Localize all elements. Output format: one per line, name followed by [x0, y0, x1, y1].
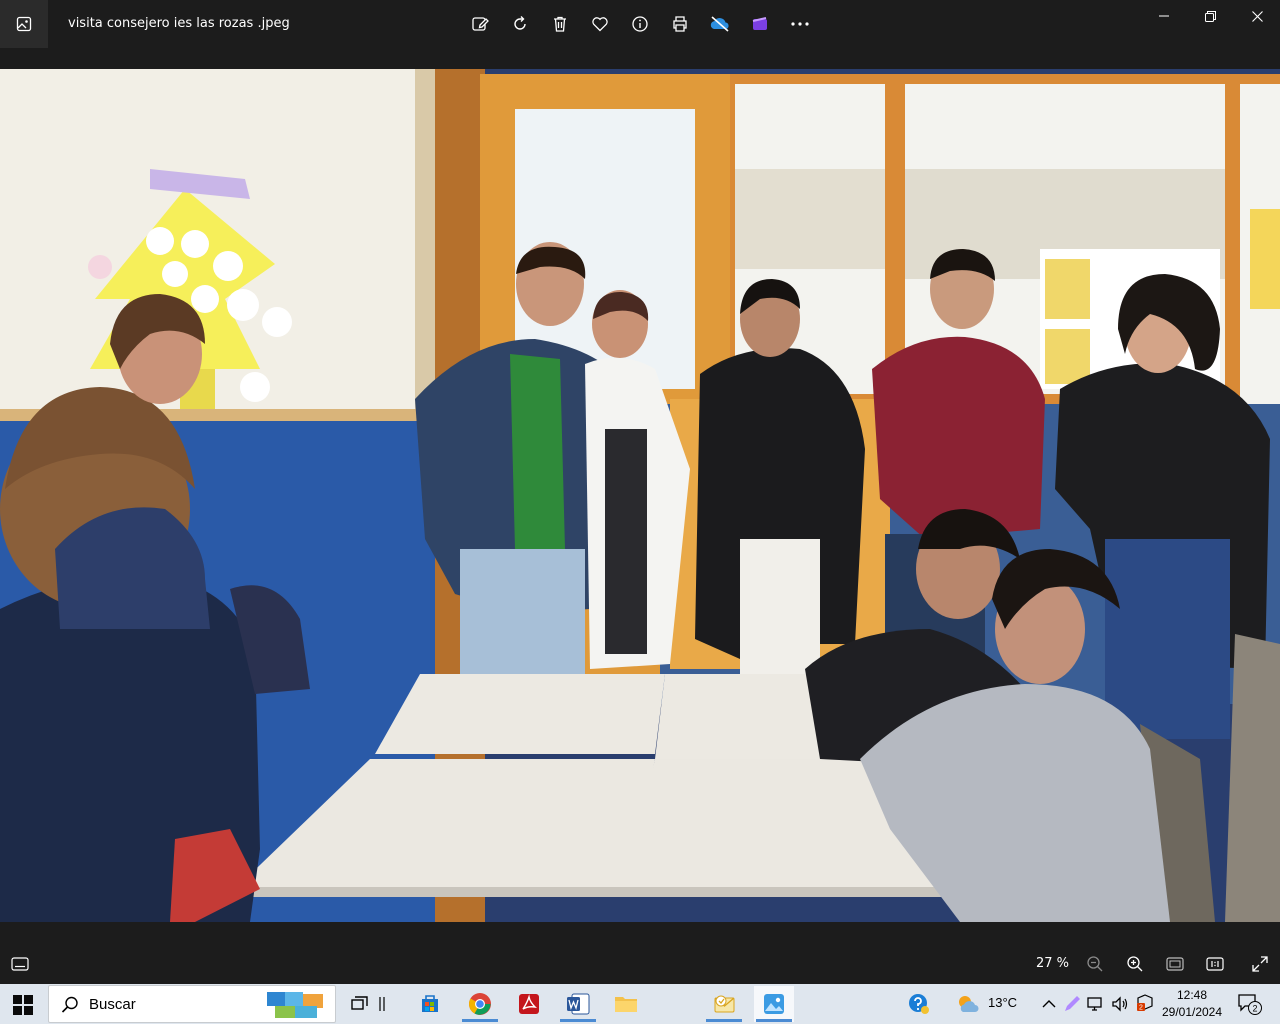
more-icon[interactable] [788, 12, 812, 36]
microsoft-store-icon[interactable] [410, 986, 450, 1022]
photos-app-taskbar-icon[interactable] [754, 986, 794, 1022]
taskbar: Buscar 13°C 2 12:48 29/01/2024 2 [0, 984, 1280, 1024]
search-icon [61, 996, 78, 1013]
taskbar-search-box[interactable]: Buscar [48, 985, 336, 1023]
zoom-level: 27 % [1036, 956, 1070, 971]
help-icon[interactable] [906, 994, 932, 1014]
minimize-icon[interactable] [1141, 0, 1187, 32]
teams-chat-icon[interactable]: 2 [1134, 994, 1156, 1014]
print-icon[interactable] [668, 12, 692, 36]
search-placeholder: Buscar [89, 996, 136, 1013]
actual-size-icon[interactable] [1204, 953, 1226, 975]
zoom-out-icon[interactable] [1084, 953, 1106, 975]
file-name: visita consejero ies las rozas .jpeg [68, 16, 290, 31]
edit-image-icon[interactable] [468, 12, 492, 36]
adobe-acrobat-icon[interactable] [509, 986, 549, 1022]
outlook-icon[interactable] [704, 986, 744, 1022]
delete-icon[interactable] [548, 12, 572, 36]
file-explorer-icon[interactable] [606, 986, 646, 1022]
title-bar: visita consejero ies las rozas .jpeg [0, 0, 1280, 48]
onedrive-icon[interactable] [708, 12, 732, 36]
rotate-icon[interactable] [508, 12, 532, 36]
pen-icon[interactable] [1062, 994, 1082, 1014]
photo-classroom-visit [0, 69, 1280, 922]
filmstrip-icon[interactable] [9, 953, 31, 975]
fit-to-window-icon[interactable] [1164, 953, 1186, 975]
weather-temperature[interactable]: 13°C [988, 995, 1017, 1010]
bottom-toolbar: 27 % [0, 943, 1280, 984]
fullscreen-icon[interactable] [1249, 953, 1271, 975]
notification-count: 2 [1252, 1004, 1257, 1014]
search-highlight-puzzle-icon [267, 992, 323, 1018]
restore-icon[interactable] [1187, 0, 1233, 32]
network-icon[interactable] [1086, 994, 1106, 1014]
clipchamp-icon[interactable] [748, 12, 772, 36]
weather-cloudy-icon[interactable] [954, 994, 982, 1014]
photos-app-icon[interactable] [0, 0, 48, 48]
microsoft-word-icon[interactable] [558, 986, 598, 1022]
widgets-divider-icon[interactable] [372, 986, 392, 1022]
clock-date: 29/01/2024 [1161, 1005, 1223, 1019]
volume-icon[interactable] [1110, 994, 1130, 1014]
google-chrome-icon[interactable] [460, 986, 500, 1022]
clock[interactable]: 12:48 29/01/2024 [1160, 987, 1224, 1021]
image-viewport[interactable] [0, 48, 1280, 943]
windows-start-icon[interactable] [10, 992, 36, 1018]
close-icon[interactable] [1234, 0, 1280, 32]
teams-badge: 2 [1139, 1005, 1143, 1012]
notification-center-icon[interactable]: 2 [1236, 992, 1264, 1016]
clock-time: 12:48 [1176, 988, 1208, 1002]
info-icon[interactable] [628, 12, 652, 36]
chevron-up-icon[interactable] [1040, 994, 1058, 1014]
zoom-in-icon[interactable] [1124, 953, 1146, 975]
favorite-icon[interactable] [588, 12, 612, 36]
